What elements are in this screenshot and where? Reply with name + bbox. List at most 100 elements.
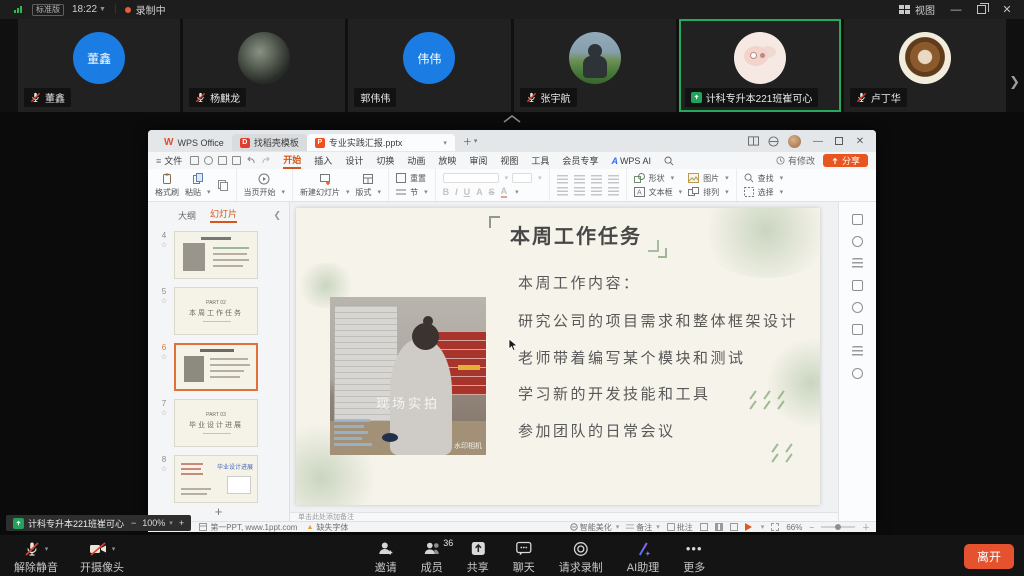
format-painter-button[interactable]: 格式刷 xyxy=(155,173,179,198)
close-button[interactable]: ✕ xyxy=(1000,3,1014,16)
slide-canvas[interactable]: 本周工作任务 现场实拍 xyxy=(290,202,838,512)
slide-body-line[interactable]: 老师带着编写某个模块和测试 xyxy=(518,347,746,368)
italic-button[interactable]: I xyxy=(455,187,458,197)
document-tab[interactable]: P 专业实践汇报.pptx ▾ xyxy=(307,134,455,151)
slide-thumb-row[interactable]: 4 ☆ xyxy=(158,231,283,279)
slideshow-caret-icon[interactable]: ▾ xyxy=(761,523,765,531)
preview-icon[interactable] xyxy=(232,156,241,165)
arrange-button[interactable]: 排列▾ xyxy=(688,187,729,198)
panel-more-icon[interactable] xyxy=(852,368,863,379)
slide-thumb-row[interactable]: 5 ☆ PART 02 本周工作任务 xyxy=(158,287,283,335)
line-spacing-icon[interactable] xyxy=(608,175,619,184)
panel-animation-icon[interactable] xyxy=(852,346,863,357)
strike-button[interactable]: S xyxy=(489,187,495,197)
smart-beautify-button[interactable]: 智能美化▾ xyxy=(570,522,620,533)
panel-properties-icon[interactable] xyxy=(852,214,863,225)
tab-caret-icon[interactable]: ▾ xyxy=(443,139,447,147)
ai-assistant-button[interactable]: AI助理 xyxy=(627,540,659,575)
find-button[interactable]: 查找▾ xyxy=(744,173,784,184)
font-family-select[interactable] xyxy=(443,173,499,183)
align-left-icon[interactable] xyxy=(557,187,568,196)
sorter-view-icon[interactable] xyxy=(715,523,723,531)
layout-button[interactable]: 版式▾ xyxy=(356,173,382,198)
output-icon[interactable] xyxy=(204,156,213,165)
wps-ai-button[interactable]: A WPS AI xyxy=(611,156,651,166)
panel-chart-icon[interactable] xyxy=(852,324,863,335)
slides-tab[interactable]: 幻灯片 xyxy=(210,207,237,223)
camera-on-button[interactable]: ▾ 开摄像头 xyxy=(80,540,124,575)
align-right-icon[interactable] xyxy=(591,187,602,196)
zoom-level[interactable]: 66% xyxy=(786,523,802,532)
slide-title[interactable]: 本周工作任务 xyxy=(510,220,642,249)
participant-tile-sharing[interactable]: 计科专升本221班崔可心 xyxy=(679,19,841,112)
shadow-button[interactable]: A xyxy=(476,187,483,197)
request-record-button[interactable]: 请求录制 xyxy=(559,540,603,575)
panel-outline-icon[interactable] xyxy=(852,258,863,269)
bullet-list-icon[interactable] xyxy=(557,175,568,184)
tab-transition[interactable]: 切换 xyxy=(376,154,394,167)
slide-thumbnail-8[interactable]: 毕业设计进展 xyxy=(174,455,258,503)
zoom-out-button[interactable]: − xyxy=(131,518,136,528)
time-caret-icon[interactable]: ▼ xyxy=(99,6,106,13)
collapse-panel-icon[interactable]: ❮ xyxy=(273,210,281,221)
tab-home[interactable]: 开始 xyxy=(283,153,301,169)
wps-restore-button[interactable] xyxy=(835,137,843,145)
reading-view-icon[interactable] xyxy=(730,523,738,531)
justify-icon[interactable] xyxy=(608,187,619,196)
play-from-current-button[interactable]: 当页开始▾ xyxy=(244,173,286,198)
unmute-button[interactable]: ▾ 解除静音 xyxy=(14,540,58,575)
tab-member[interactable]: 会员专享 xyxy=(562,154,598,167)
participant-tile[interactable]: 杨麒龙 xyxy=(183,19,345,112)
slide-body-line[interactable]: 参加团队的日常会议 xyxy=(518,420,676,441)
slide-thumbnail-6-current[interactable] xyxy=(174,343,258,391)
tab-slideshow[interactable]: 放映 xyxy=(438,154,456,167)
camera-options-caret-icon[interactable]: ▾ xyxy=(112,545,116,553)
chat-button[interactable]: 聊天 xyxy=(513,540,535,575)
slide-thumbnail-5[interactable]: PART 02 本周工作任务 xyxy=(174,287,258,335)
mic-options-caret-icon[interactable]: ▾ xyxy=(45,545,49,553)
participant-tile[interactable]: 张宇航 xyxy=(514,19,676,112)
slide-thumb-row[interactable]: 8 ☆ 毕业设计进展 xyxy=(158,455,283,503)
meeting-time[interactable]: 18:22 xyxy=(72,4,97,15)
redo-icon[interactable] xyxy=(261,156,271,165)
new-tab-button[interactable]: ＋ xyxy=(463,135,472,148)
view-button[interactable]: 视图 xyxy=(899,2,935,17)
template-credit[interactable]: 第一PPT, www.1ppt.com xyxy=(199,522,297,533)
slide-body-line[interactable]: 学习新的开发技能和工具 xyxy=(518,383,711,404)
textbox-button[interactable]: A 文本框▾ xyxy=(634,187,683,198)
shapes-button[interactable]: 形状▾ xyxy=(634,173,683,184)
leave-button[interactable]: 离开 xyxy=(964,544,1014,569)
wps-close-button[interactable]: ✕ xyxy=(852,136,868,147)
zoom-slider[interactable] xyxy=(821,526,855,528)
comments-button[interactable]: 批注 xyxy=(667,522,693,533)
fit-window-icon[interactable] xyxy=(771,523,779,531)
search-icon[interactable] xyxy=(664,156,674,166)
account-avatar[interactable] xyxy=(788,135,801,148)
paste-button[interactable]: 粘贴▾ xyxy=(185,173,211,198)
save-icon[interactable] xyxy=(190,156,199,165)
file-menu[interactable]: ≡ 文件 xyxy=(156,154,182,167)
tab-review[interactable]: 审阅 xyxy=(469,154,487,167)
split-view-icon[interactable] xyxy=(748,136,759,146)
restore-button[interactable] xyxy=(977,5,986,14)
zoom-out-button[interactable]: − xyxy=(809,523,814,532)
modified-status[interactable]: 有修改 xyxy=(776,154,815,167)
recording-status[interactable]: 录制中 xyxy=(136,2,166,17)
slide-thumbnail-7[interactable]: PART 03 毕业设计进展 xyxy=(174,399,258,447)
notes-button[interactable]: 备注▾ xyxy=(626,522,660,533)
undo-icon[interactable] xyxy=(246,156,256,165)
missing-font-warning[interactable]: ▲ 缺失字体 xyxy=(306,522,348,533)
tab-design[interactable]: 设计 xyxy=(345,154,363,167)
help-icon[interactable] xyxy=(768,136,779,147)
current-slide[interactable]: 本周工作任务 现场实拍 xyxy=(296,208,820,505)
share-screen-button[interactable]: 共享 xyxy=(467,540,489,575)
bold-button[interactable]: B xyxy=(443,187,450,197)
panel-material-icon[interactable] xyxy=(852,280,863,291)
picture-button[interactable]: 图片▾ xyxy=(688,173,729,184)
align-center-icon[interactable] xyxy=(574,187,585,196)
notes-placeholder[interactable]: 单击此处添加备注 xyxy=(290,512,838,521)
panel-icons-icon[interactable] xyxy=(852,302,863,313)
new-slide-button[interactable]: 新建幻灯片▾ xyxy=(300,173,350,198)
section-button[interactable]: 节▾ xyxy=(396,187,428,198)
zoom-in-button[interactable]: + xyxy=(179,518,184,528)
